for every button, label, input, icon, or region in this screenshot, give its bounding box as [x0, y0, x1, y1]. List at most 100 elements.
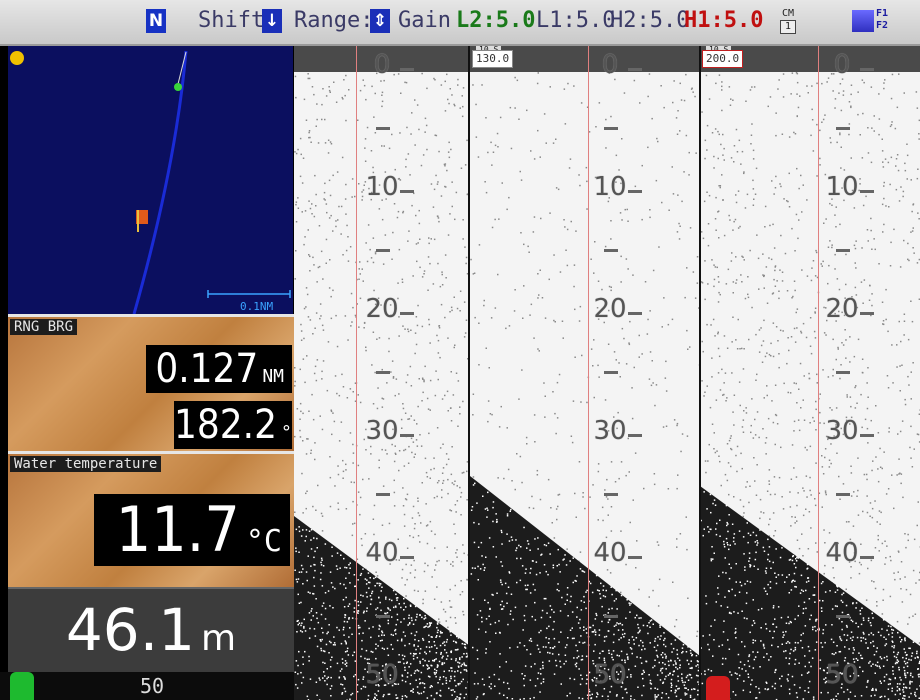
red-marker-icon[interactable] — [706, 676, 730, 700]
scale-label: 0.1NM — [240, 300, 274, 313]
waveform-icon[interactable] — [852, 10, 874, 32]
depth-tick-label: 20 — [825, 294, 859, 324]
water-temperature-label: Water temperature — [10, 456, 162, 472]
depth-tick-label: 30 — [593, 416, 627, 446]
depth-tick-mark — [400, 190, 414, 193]
depth-tick-mark — [400, 556, 414, 559]
temperature-readout: 11.7 °C — [94, 494, 290, 566]
function-keys[interactable]: F1 F2 — [876, 8, 918, 32]
depth-readout: 46.1 m — [8, 595, 294, 674]
plotter-map[interactable]: 0.1NM — [8, 46, 293, 314]
depth-tick-label: 30 — [365, 416, 399, 446]
depth-tick-label: 0 — [373, 50, 391, 80]
water-temperature-panel[interactable]: Water temperature 11.7 °C — [8, 451, 294, 588]
bottom-depth-tick: 50 — [140, 674, 165, 698]
depth-tick-mark — [400, 312, 414, 315]
depth-half-mark — [376, 371, 390, 374]
vrm-line — [588, 46, 589, 700]
gain-h1[interactable]: H1:5.0 — [684, 6, 763, 36]
depth-tick-mark — [860, 68, 874, 71]
depth-tick-mark — [860, 434, 874, 437]
depth-half-mark — [836, 249, 850, 252]
depth-tick-label: 40 — [593, 538, 627, 568]
north-mode-badge[interactable]: N — [146, 9, 166, 33]
depth-half-mark — [604, 249, 618, 252]
vrm-line — [818, 46, 819, 700]
pane-divider[interactable] — [468, 46, 470, 700]
temperature-value: 11.7 — [115, 493, 240, 566]
vrm-line — [356, 46, 357, 700]
pane3-frequency[interactable]: 200.0 — [702, 50, 744, 68]
depth-tick-mark — [860, 190, 874, 193]
depth-half-mark — [604, 371, 618, 374]
gain-l1[interactable]: L1:5.0 — [536, 6, 615, 36]
track-plot — [10, 50, 291, 314]
range-bearing-panel[interactable]: RNG BRG 0.127 NM 182.2 ° — [8, 314, 294, 451]
depth-tick-label: 50 — [593, 660, 627, 690]
range-unit: NM — [262, 366, 284, 387]
depth-half-mark — [836, 127, 850, 130]
depth-tick-mark — [400, 68, 414, 71]
shift-down-icon[interactable]: ↓ — [262, 9, 282, 33]
gain-h2[interactable]: H2:5.0 — [610, 6, 689, 36]
depth-tick-label: 30 — [825, 416, 859, 446]
fish-finder-screen: N Shift: ↓ Range: ⇕ Gain L2:5.0 L1:5.0 H… — [0, 0, 920, 700]
cm-value: 1 — [780, 20, 796, 34]
depth-half-mark — [836, 615, 850, 618]
bottom-strip: 50 — [0, 672, 294, 700]
depth-tick-label: 40 — [365, 538, 399, 568]
echogram-mid-freq[interactable] — [470, 46, 700, 700]
depth-half-mark — [604, 127, 618, 130]
cm-label: CM — [781, 8, 795, 19]
pane-divider[interactable] — [699, 46, 701, 700]
f2-label: F2 — [876, 20, 889, 31]
depth-tick-mark — [628, 68, 642, 71]
depth-tick-label: 20 — [365, 294, 399, 324]
depth-panel[interactable]: 46.1 m — [8, 587, 294, 673]
own-ship-icon — [174, 83, 182, 91]
range-label: Range: — [294, 8, 374, 33]
depth-half-mark — [604, 615, 618, 618]
depth-half-mark — [604, 493, 618, 496]
depth-tick-mark — [628, 434, 642, 437]
compass-icon[interactable] — [10, 51, 24, 65]
depth-half-mark — [376, 493, 390, 496]
cm-indicator[interactable]: CM 1 — [780, 8, 796, 34]
depth-tick-label: 10 — [593, 172, 627, 202]
depth-tick-label: 0 — [833, 50, 851, 80]
depth-tick-mark — [400, 434, 414, 437]
gain-l2[interactable]: L2:5.0 — [456, 6, 535, 36]
depth-half-mark — [376, 249, 390, 252]
gain-label: Gain — [398, 8, 451, 33]
depth-tick-label: 10 — [365, 172, 399, 202]
depth-tick-label: 10 — [825, 172, 859, 202]
depth-tick-label: 0 — [601, 50, 619, 80]
bearing-unit: ° — [281, 422, 292, 443]
bearing-value: 182.2 — [174, 402, 277, 448]
depth-half-mark — [376, 127, 390, 130]
echogram-high-freq[interactable] — [700, 46, 920, 700]
depth-tick-mark — [628, 556, 642, 559]
green-marker-icon[interactable] — [10, 672, 34, 700]
echo-svg-2 — [470, 46, 700, 700]
depth-tick-mark — [860, 312, 874, 315]
depth-value: 46.1 — [65, 596, 196, 664]
bearing-readout: 182.2 ° — [174, 401, 292, 449]
depth-half-mark — [376, 615, 390, 618]
f1-label: F1 — [876, 8, 889, 19]
depth-tick-label: 50 — [825, 660, 859, 690]
depth-half-mark — [836, 493, 850, 496]
depth-half-mark — [836, 371, 850, 374]
range-value: 0.127 — [155, 346, 259, 392]
depth-tick-label: 20 — [593, 294, 627, 324]
pane2-frequency[interactable]: 130.0 — [472, 50, 514, 68]
depth-tick-mark — [628, 190, 642, 193]
depth-tick-mark — [628, 312, 642, 315]
temperature-unit: °C — [245, 524, 282, 559]
range-updown-icon[interactable]: ⇕ — [370, 9, 390, 33]
range-readout: 0.127 NM — [146, 345, 292, 393]
depth-unit: m — [201, 618, 237, 659]
status-bar: N Shift: ↓ Range: ⇕ Gain L2:5.0 L1:5.0 H… — [0, 0, 920, 46]
depth-tick-mark — [860, 556, 874, 559]
echo-svg-3 — [700, 46, 920, 700]
